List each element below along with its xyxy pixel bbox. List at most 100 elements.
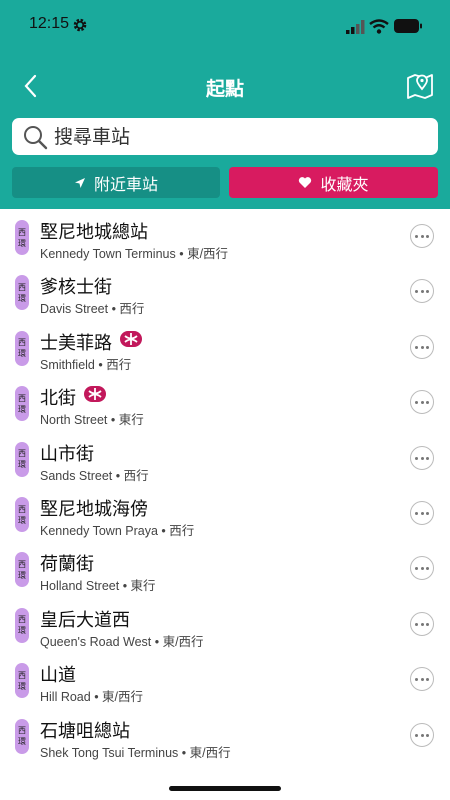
- stop-name-text: 山市街: [40, 443, 94, 465]
- list-item[interactable]: 西環堅尼地城總站 Kennedy Town Terminus • 東/西行: [0, 209, 450, 264]
- dot: [420, 622, 424, 626]
- stop-name: 石塘咀總站: [40, 717, 130, 743]
- more-options-button[interactable]: [410, 390, 434, 415]
- dot: [426, 622, 429, 626]
- more-options-button[interactable]: [410, 445, 434, 470]
- tab-favorites[interactable]: 收藏夾: [229, 167, 438, 198]
- dot: [426, 678, 429, 682]
- route-badge-char: 西: [18, 670, 26, 680]
- stop-name: 堅尼地城總站: [40, 218, 148, 244]
- stop-name-text: 士美菲路: [40, 332, 112, 354]
- stop-english-name: Davis Street: [40, 302, 109, 317]
- stop-name-text: 石塘咀總站: [40, 720, 130, 742]
- dot: [420, 290, 424, 294]
- list-item[interactable]: 西環士美菲路 Smithfield • 西行: [0, 320, 450, 375]
- stop-english-name: Holland Street: [40, 579, 120, 594]
- route-badge: 西環: [15, 718, 29, 754]
- stop-subtitle: Kennedy Town Terminus • 東/西行: [40, 243, 228, 262]
- more-options-button[interactable]: [410, 279, 434, 304]
- route-badge: 西環: [15, 386, 29, 422]
- list-item[interactable]: 西環石塘咀總站 Shek Tong Tsui Terminus • 東/西行: [0, 708, 450, 763]
- route-badge-char: 西: [18, 559, 26, 569]
- status-bar: 12:15: [0, 0, 450, 52]
- list-item[interactable]: 西環皇后大道西 Queen's Road West • 東/西行: [0, 597, 450, 652]
- stop-english-name: Smithfield: [40, 357, 95, 372]
- stop-subtitle: Kennedy Town Praya • 西行: [40, 520, 194, 539]
- stop-direction: 東/西行: [187, 247, 229, 261]
- route-badge-char: 環: [18, 681, 26, 691]
- more-options-button[interactable]: [410, 501, 434, 525]
- dot: [420, 456, 424, 460]
- search-input[interactable]: [52, 121, 426, 153]
- more-options-button[interactable]: [410, 611, 434, 636]
- search-bar[interactable]: [12, 118, 438, 155]
- stop-english-name: Kennedy Town Terminus: [40, 247, 176, 261]
- dot: [426, 345, 429, 349]
- separator-dot: •: [178, 745, 190, 760]
- battery-icon: [394, 19, 422, 33]
- gear-icon: [73, 18, 87, 32]
- list-item[interactable]: 西環山道 Hill Road • 東/西行: [0, 652, 450, 707]
- stop-direction: 西行: [119, 302, 145, 317]
- stop-subtitle: Davis Street • 西行: [40, 298, 144, 317]
- stop-name-text: 荷蘭街: [40, 554, 94, 576]
- route-badge-char: 西: [18, 726, 26, 736]
- dot: [420, 678, 424, 682]
- stop-subtitle: Hill Road • 東/西行: [40, 686, 143, 705]
- more-options-button[interactable]: [410, 334, 434, 359]
- route-badge-char: 西: [18, 227, 26, 237]
- dot: [415, 345, 418, 349]
- dot: [420, 345, 424, 349]
- route-badge-char: 西: [18, 338, 26, 348]
- stop-direction: 西行: [169, 524, 195, 538]
- separator-dot: •: [157, 524, 170, 538]
- home-indicator[interactable]: [169, 786, 281, 791]
- map-pin-icon[interactable]: [405, 70, 435, 100]
- stop-name: 皇后大道西: [40, 606, 130, 632]
- stop-english-name: Queen's Road West: [40, 634, 152, 649]
- wifi-icon: [369, 19, 389, 34]
- cellular-signal-icon: [346, 20, 365, 34]
- list-item[interactable]: 西環堅尼地城海傍 Kennedy Town Praya • 西行: [0, 486, 450, 541]
- stop-direction: 東/西行: [189, 745, 231, 760]
- route-badge-char: 西: [18, 504, 26, 514]
- stop-list: 西環堅尼地城總站 Kennedy Town Terminus • 東/西行西環爹核…: [0, 209, 450, 777]
- header-background: 12:15 起點 搜尋車站 附近車站 收藏夾: [0, 0, 450, 209]
- route-badge: 西環: [15, 497, 29, 532]
- stop-direction: 西行: [123, 468, 149, 483]
- stop-subtitle: Smithfield • 西行: [40, 354, 131, 373]
- list-item[interactable]: 西環爹核士街 Davis Street • 西行: [0, 264, 450, 319]
- list-item[interactable]: 西環荷蘭街 Holland Street • 東行: [0, 541, 450, 596]
- dot: [426, 235, 429, 238]
- route-badge: 西環: [15, 220, 29, 255]
- more-options-button[interactable]: [410, 722, 434, 747]
- dot: [420, 733, 424, 737]
- dot: [420, 512, 424, 515]
- stop-subtitle: Shek Tong Tsui Terminus • 東/西行: [40, 742, 231, 761]
- stop-name: 爹核士街: [40, 273, 112, 299]
- separator-dot: •: [151, 634, 163, 649]
- dot: [415, 678, 418, 682]
- stop-subtitle: Sands Street • 西行: [40, 465, 149, 484]
- more-options-button[interactable]: [410, 224, 434, 248]
- dot: [426, 456, 429, 460]
- route-badge-char: 西: [18, 615, 26, 625]
- dot: [415, 401, 418, 405]
- route-badge: 西環: [15, 663, 29, 699]
- more-options-button[interactable]: [410, 667, 434, 692]
- dot: [415, 235, 418, 238]
- list-item[interactable]: 西環北街 North Street • 東行: [0, 375, 450, 430]
- list-item[interactable]: 西環山市街 Sands Street • 西行: [0, 431, 450, 486]
- dot: [426, 401, 429, 405]
- stop-direction: 東行: [130, 579, 156, 594]
- dot: [415, 567, 418, 571]
- status-time: 12:15: [29, 15, 70, 32]
- stop-direction: 東行: [118, 413, 144, 428]
- dot: [420, 567, 424, 571]
- route-badge-char: 環: [18, 238, 26, 248]
- more-options-button[interactable]: [410, 556, 434, 581]
- tab-nearby-stops[interactable]: 附近車站: [12, 167, 220, 198]
- route-badge-char: 環: [18, 737, 26, 747]
- dot: [426, 290, 429, 294]
- location-arrow-icon: [74, 177, 85, 188]
